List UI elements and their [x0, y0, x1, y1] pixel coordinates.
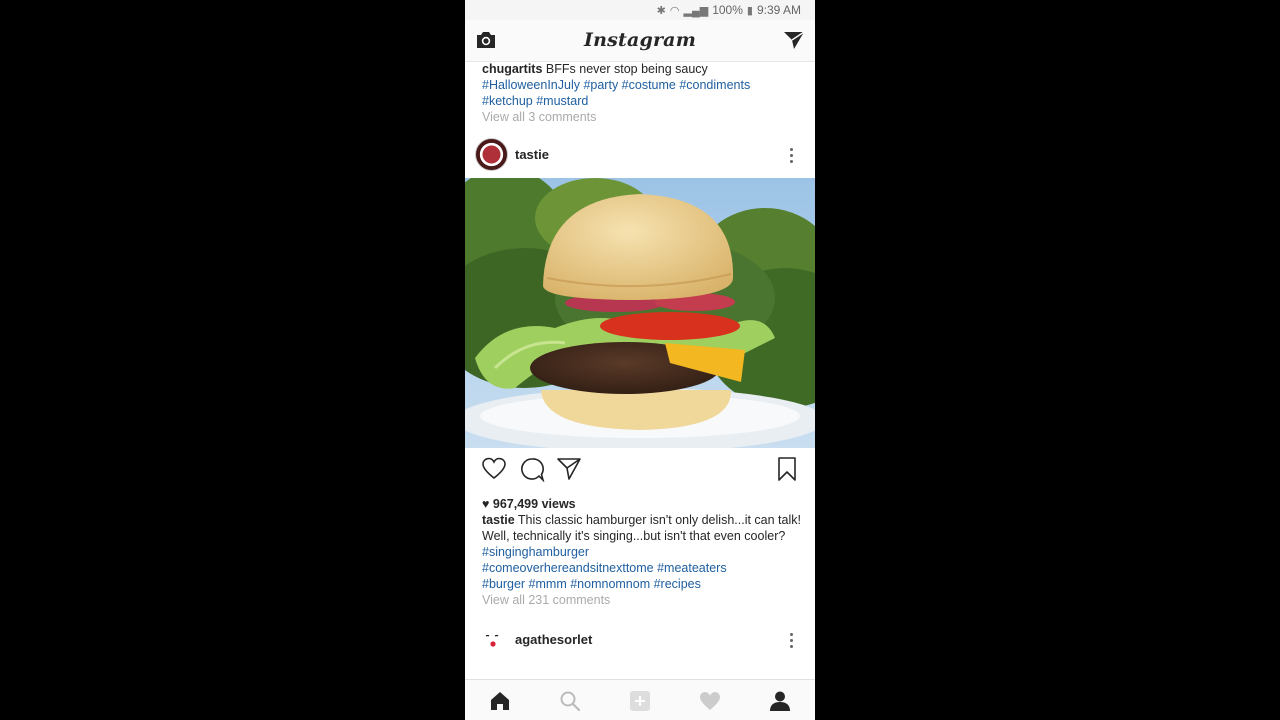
activity-icon[interactable]: [699, 690, 721, 712]
caption-body: tastie This classic hamburger isn't only…: [482, 512, 802, 560]
direct-message-icon[interactable]: [783, 30, 805, 50]
bottom-nav: [465, 679, 815, 720]
post-caption: ♥ 967,499 views tastie This classic hamb…: [482, 496, 802, 608]
comment-icon[interactable]: [519, 456, 545, 482]
next-more-options-icon[interactable]: [789, 631, 795, 649]
prev-caption-text: BFFs never stop being saucy: [545, 62, 708, 76]
next-post-header: agathesorlet: [465, 620, 815, 660]
battery-icon: ▮: [746, 4, 753, 17]
clock: 9:39 AM: [756, 3, 801, 17]
battery-level: 100%: [712, 3, 743, 17]
prev-post-username[interactable]: chugartits: [482, 62, 542, 76]
wifi-icon: ◠: [669, 4, 680, 17]
bluetooth-icon: ✱: [656, 4, 666, 17]
save-bookmark-icon[interactable]: [774, 456, 800, 482]
prev-hashtags-line1[interactable]: #HalloweenInJuly #party #costume #condim…: [482, 77, 802, 93]
add-icon[interactable]: [629, 690, 651, 712]
app-logo: Instagram: [584, 29, 696, 51]
post-action-bar: [465, 452, 815, 486]
top-app-bar: Instagram: [465, 20, 815, 62]
caption-hashtag[interactable]: #singinghamburger: [482, 545, 589, 559]
avatar[interactable]: [475, 138, 508, 171]
next-post-avatar[interactable]: [481, 628, 503, 652]
prev-view-comments-link[interactable]: View all 3 comments: [482, 109, 802, 125]
view-comments-link[interactable]: View all 231 comments: [482, 592, 802, 608]
hamburger-photo: [465, 178, 815, 448]
post-username[interactable]: tastie: [515, 147, 549, 162]
caption-username[interactable]: tastie: [482, 513, 515, 527]
next-post-username[interactable]: agathesorlet: [515, 632, 592, 647]
status-bar: ✱ ◠ ▂▄▆ 100% ▮ 9:39 AM: [465, 0, 815, 20]
post-header: tastie: [465, 135, 815, 175]
prev-caption-line: chugartits BFFs never stop being saucy: [482, 61, 802, 77]
more-options-icon[interactable]: [789, 146, 795, 164]
search-icon[interactable]: [559, 690, 581, 712]
prev-post-caption: chugartits BFFs never stop being saucy #…: [482, 61, 802, 125]
hashtags-line2[interactable]: #comeoverhereandsitnexttome #meateaters: [482, 560, 802, 576]
phone-screen: ✱ ◠ ▂▄▆ 100% ▮ 9:39 AM Instagram chugart…: [465, 0, 815, 720]
post-photo[interactable]: [465, 178, 815, 448]
prev-hashtags-line2[interactable]: #ketchup #mustard: [482, 93, 802, 109]
share-icon[interactable]: [556, 456, 582, 482]
views-line[interactable]: ♥ 967,499 views: [482, 496, 802, 512]
profile-icon[interactable]: [769, 690, 791, 712]
caption-text: This classic hamburger isn't only delish…: [482, 513, 801, 543]
heart-icon: ♥: [482, 497, 490, 511]
views-count: 967,499 views: [492, 497, 576, 511]
home-icon[interactable]: [489, 690, 511, 712]
hashtags-line3[interactable]: #burger #mmm #nomnomnom #recipes: [482, 576, 802, 592]
like-heart-icon[interactable]: [481, 456, 507, 482]
signal-icon: ▂▄▆: [683, 4, 709, 17]
